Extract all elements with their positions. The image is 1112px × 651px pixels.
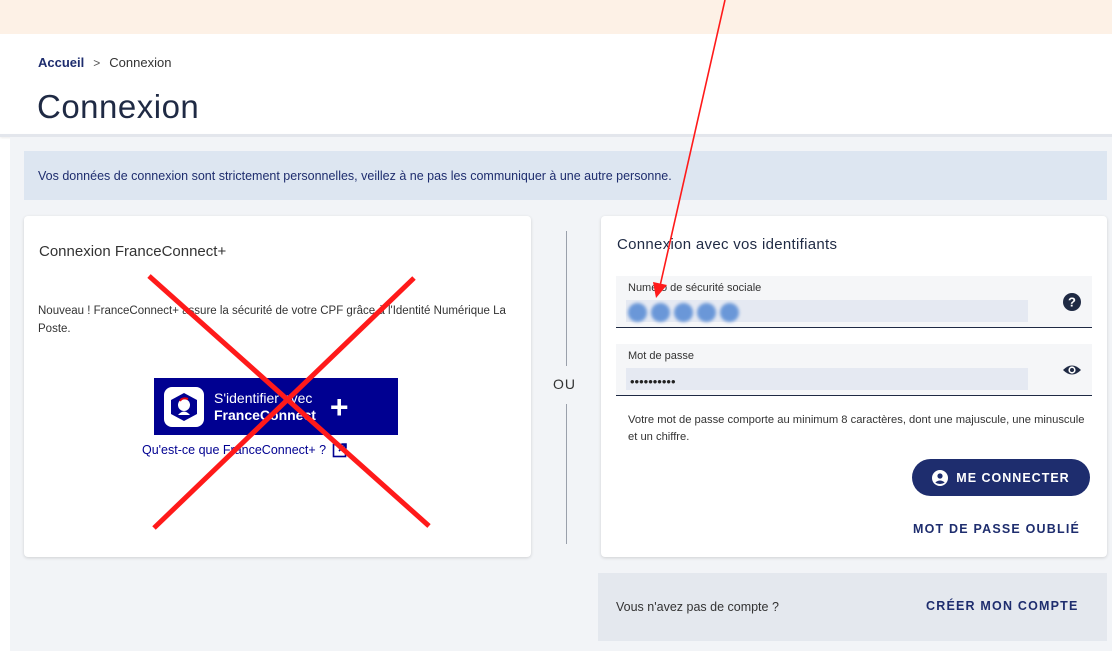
info-banner: Vos données de connexion sont strictemen… [24,151,1107,200]
page-title: Connexion [37,88,200,125]
password-label: Mot de passe [628,350,695,362]
password-mask: •••••••••• [630,374,676,389]
no-account-text: Vous n'avez pas de compte ? [616,600,779,614]
franceconnect-title: Connexion FranceConnect+ [39,243,227,260]
franceconnect-info-link-label: Qu'est-ce que FranceConnect+ ? [142,443,327,457]
password-help-text: Votre mot de passe comporte au minimum 8… [628,414,1085,443]
credentials-title: Connexion avec vos identifiants [617,236,838,253]
franceconnect-info-link[interactable]: Qu'est-ce que FranceConnect+ ? [142,442,348,458]
connect-button[interactable]: ME CONNECTER [912,459,1090,496]
or-divider-top [566,231,567,366]
forgot-password-link[interactable]: MOT DE PASSE OUBLIÉ [913,522,1080,536]
password-input[interactable] [626,368,1028,390]
top-banner-strip [0,0,1112,34]
breadcrumb: Accueil > Connexion [38,55,171,70]
or-label: OU [553,376,576,392]
connect-button-label: ME CONNECTER [956,470,1070,485]
franceconnect-button-line1: S'identifier avec [214,389,313,406]
create-account-bar: Vous n'avez pas de compte ? CRÉER MON CO… [598,573,1107,641]
franceconnect-plus: + [329,388,349,425]
breadcrumb-home-link[interactable]: Accueil [38,55,84,70]
franceconnect-card: Connexion FranceConnect+ Nouveau ! Franc… [24,216,531,557]
user-icon [932,469,949,486]
credentials-card: Connexion avec vos identifiants Numéro d… [601,216,1107,557]
breadcrumb-current: Connexion [109,55,172,70]
ssn-field: Numéro de sécurité sociale ? [616,276,1092,328]
franceconnect-description: Nouveau ! FranceConnect+ assure la sécur… [38,305,506,335]
help-icon[interactable]: ? [1062,292,1082,312]
franceconnect-button-line2: FranceConnect [214,406,316,423]
external-link-icon [332,443,347,458]
ssn-blurred-value [628,303,739,322]
eye-icon[interactable] [1062,360,1082,380]
svg-text:?: ? [1068,295,1076,310]
or-divider-bottom [566,404,567,544]
ssn-label: Numéro de sécurité sociale [628,282,762,294]
breadcrumb-separator: > [93,55,101,70]
create-account-link[interactable]: CRÉER MON COMPTE [926,599,1079,613]
franceconnect-button[interactable]: S'identifier avec FranceConnect + [154,378,398,435]
franceconnect-logo-icon [164,386,204,427]
password-field: Mot de passe •••••••••• [616,344,1092,396]
